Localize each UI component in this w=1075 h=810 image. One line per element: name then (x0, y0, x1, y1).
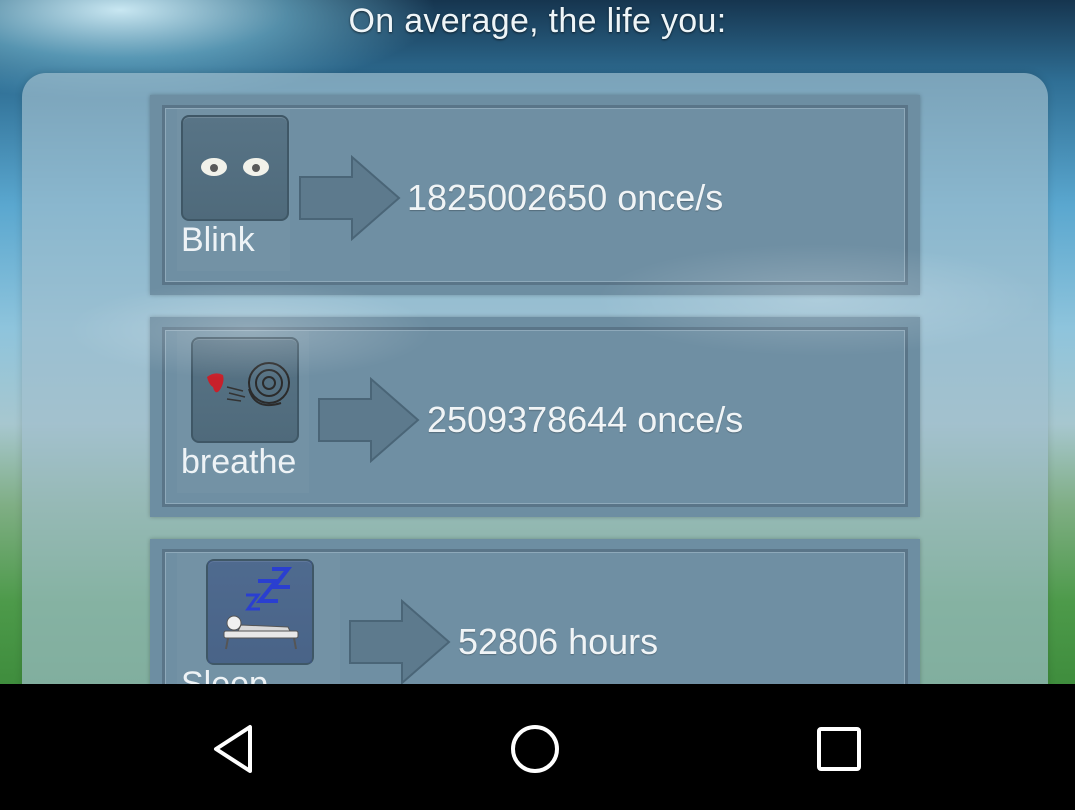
home-button[interactable] (507, 721, 563, 777)
recents-button[interactable] (811, 721, 867, 777)
icon-box-breathe: breathe (177, 331, 309, 493)
stat-value: 1825002650 once/s (407, 177, 724, 218)
breath-icon (191, 337, 299, 443)
stat-card-blink: Blink 1825002650 once/s (150, 95, 920, 295)
stat-value: 52806 hours (458, 621, 659, 662)
icon-box-blink: Blink (177, 109, 290, 271)
stat-label: Sleep (181, 665, 268, 684)
system-nav-bar (0, 684, 1075, 810)
app-screen: On average, the life you: Blink 18250026… (0, 0, 1075, 684)
stat-card-sleep: Sleep 52806 hours (150, 539, 920, 684)
recents-icon (817, 727, 861, 771)
eyes-icon (181, 115, 289, 221)
arrow-right-icon (318, 377, 420, 463)
stat-label: Blink (181, 221, 255, 259)
back-button[interactable] (206, 721, 262, 777)
back-icon (214, 725, 252, 773)
stat-value: 2509378644 once/s (427, 399, 744, 440)
arrow-right-icon (299, 155, 401, 241)
arrow-right-icon (349, 599, 451, 684)
stat-label: breathe (181, 443, 297, 481)
icon-box-sleep: Sleep (177, 553, 340, 684)
sleep-icon (206, 559, 314, 665)
page-title: On average, the life you: (348, 2, 727, 40)
home-icon (511, 725, 559, 773)
stat-card-breathe: breathe 2509378644 once/s (150, 317, 920, 517)
